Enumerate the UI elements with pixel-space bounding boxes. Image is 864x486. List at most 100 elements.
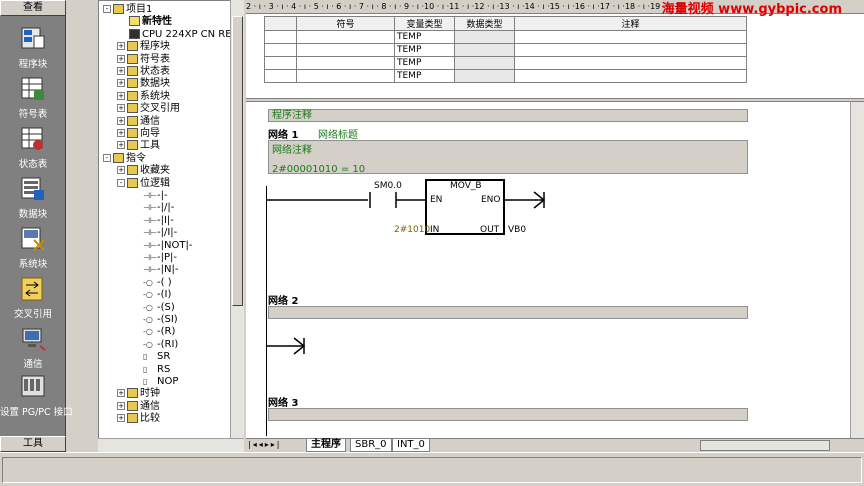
tree-item[interactable]: - 指令 [103, 152, 146, 165]
nav-item-program-block[interactable]: 程序块 [0, 26, 66, 70]
var-type-cell[interactable]: TEMP [394, 69, 455, 83]
tree-item[interactable]: -○ -( ) [131, 276, 172, 289]
folder-icon [127, 177, 138, 188]
tree-item[interactable]: CPU 224XP CN REL 0 [117, 28, 243, 41]
nav-item-symbol-table[interactable]: 符号表 [0, 76, 66, 120]
tree-item[interactable]: + 向导 [117, 127, 160, 140]
tree-item[interactable]: ▯ NOP [131, 375, 178, 388]
tree-item[interactable]: + 通信 [117, 400, 160, 413]
mov-out-operand[interactable]: VB0 [508, 225, 526, 235]
expand-icon[interactable]: + [117, 42, 125, 51]
expand-icon[interactable]: + [117, 401, 125, 410]
tree-item[interactable]: + 通信 [117, 115, 160, 128]
collapse-icon[interactable]: - [103, 153, 111, 162]
editor-horizontal-scrollbar[interactable] [700, 440, 830, 451]
table-row[interactable]: TEMP [264, 69, 747, 83]
network-1-label: 网络 1 [268, 130, 299, 141]
tree-horizontal-scrollbar[interactable] [98, 438, 244, 452]
expand-icon[interactable]: + [117, 116, 125, 125]
network-2-comment[interactable] [268, 306, 748, 319]
folder-icon [113, 152, 124, 163]
expand-icon[interactable]: + [117, 67, 125, 75]
tree-item[interactable]: + 符号表 [117, 53, 170, 66]
network-2-ladder[interactable] [246, 334, 326, 358]
tree-scroll-thumb[interactable] [232, 16, 243, 306]
table-row[interactable]: TEMP [264, 56, 747, 70]
var-type-cell[interactable]: TEMP [394, 43, 455, 57]
tab-sbr0[interactable]: SBR_0 [350, 439, 392, 452]
nav-item-data-block[interactable]: 数据块 [0, 176, 66, 220]
tree-item[interactable]: ⊣⊢-|P|- [131, 251, 177, 264]
network-1-comment[interactable]: 网络注释 2#00001010 = 10 [268, 140, 748, 175]
network-3-comment[interactable] [268, 408, 748, 421]
expand-icon[interactable]: + [117, 414, 125, 423]
tree-item[interactable]: ▯ SR [131, 350, 170, 363]
expand-icon[interactable]: + [117, 129, 125, 137]
editor-splitter[interactable] [246, 98, 864, 102]
expand-icon[interactable]: + [117, 104, 125, 113]
folder-icon [127, 400, 138, 411]
tree-item[interactable]: + 收藏夹 [117, 164, 170, 177]
tree-item[interactable]: ⊣⊢-|I|- [131, 214, 174, 227]
tab-main[interactable]: 主程序 [306, 439, 346, 452]
nav-item-system-block[interactable]: 系统块 [0, 226, 66, 270]
expand-icon[interactable]: + [117, 91, 125, 100]
nav-item-pgpc-interface[interactable]: 设置 PG/PC 接口 [0, 374, 73, 418]
var-type-cell[interactable]: TEMP [394, 30, 455, 44]
tree-item[interactable]: -○ -(SI) [131, 313, 178, 326]
instruction-icon: ⊣⊢ [143, 203, 157, 213]
watermark: 海量视频 www.gybpic.com [661, 2, 842, 17]
tree-vertical-scrollbar[interactable] [230, 0, 244, 438]
nav-item-communication[interactable]: 通信 [0, 326, 66, 370]
tab-int0[interactable]: INT_0 [392, 439, 430, 452]
status-table-icon [20, 126, 46, 152]
collapse-icon[interactable]: - [117, 178, 125, 187]
tree-item[interactable]: ▯ RS [131, 363, 170, 376]
tree-item-label: 向导 [140, 128, 160, 139]
expand-icon[interactable]: + [117, 141, 125, 150]
tree-item[interactable]: + 状态表 [117, 65, 170, 78]
tree-item[interactable]: + 数据块 [117, 77, 170, 90]
tree-item[interactable]: -○ -(RI) [131, 338, 178, 351]
tree-item[interactable]: ⊣⊢-|NOT|- [131, 239, 192, 252]
tree-item-label: 符号表 [140, 53, 170, 65]
expand-icon[interactable]: + [117, 166, 125, 175]
nav-item-cross-reference[interactable]: 交叉引用 [0, 276, 66, 320]
editor-vertical-scrollbar[interactable] [850, 102, 864, 438]
tree-item[interactable]: ⊣⊢-|/I|- [131, 226, 177, 239]
table-row[interactable]: TEMP [264, 30, 747, 44]
network-1-ladder[interactable] [246, 176, 566, 246]
tree-item[interactable]: + 程序块 [117, 40, 170, 53]
tree-item[interactable]: ⊣⊢-|N|- [131, 263, 178, 276]
tree-item[interactable]: + 系统块 [117, 90, 170, 103]
tree-item[interactable]: - 位逻辑 [117, 177, 170, 190]
nav-title[interactable]: 查看 [0, 0, 66, 16]
tree-item[interactable]: -○ -(I) [131, 288, 171, 301]
collapse-icon[interactable]: - [103, 5, 111, 13]
program-comment[interactable]: 程序注释 [268, 109, 748, 122]
tree-item[interactable]: - 项目1 [103, 3, 152, 16]
tree-item-label: 交叉引用 [140, 103, 180, 115]
network-1-title[interactable]: 网络标题 [318, 126, 358, 141]
tree-item[interactable]: -○ -(R) [131, 325, 175, 338]
tree-item[interactable]: + 时钟 [117, 387, 160, 400]
tree-item[interactable]: -○ -(S) [131, 301, 175, 314]
pgpc-interface-icon [20, 374, 46, 400]
expand-icon[interactable]: + [117, 389, 125, 398]
contact-address[interactable]: SM0.0 [374, 181, 402, 191]
expand-icon[interactable]: + [117, 54, 125, 63]
tree-item[interactable]: + 工具 [117, 139, 160, 152]
nav-footer-tools[interactable]: 工具 [0, 436, 66, 452]
tree-item[interactable]: + 交叉引用 [117, 102, 180, 115]
tree-item[interactable]: ⊣⊢-|/|- [131, 201, 174, 214]
tab-nav-arrows[interactable]: |◂◂▸▸| [248, 440, 281, 449]
mov-in-operand[interactable]: 2#1010 [394, 225, 430, 235]
nav-item-label: 程序块 [18, 59, 48, 70]
nav-item-status-table[interactable]: 状态表 [0, 126, 66, 170]
expand-icon[interactable]: + [117, 79, 125, 88]
tree-item[interactable]: ⊣⊢-|- [131, 189, 168, 202]
var-type-cell[interactable]: TEMP [394, 56, 455, 70]
tree-item[interactable]: 新特性 [117, 15, 172, 28]
tree-item[interactable]: + 比较 [117, 412, 160, 425]
table-row[interactable]: TEMP [264, 43, 747, 57]
